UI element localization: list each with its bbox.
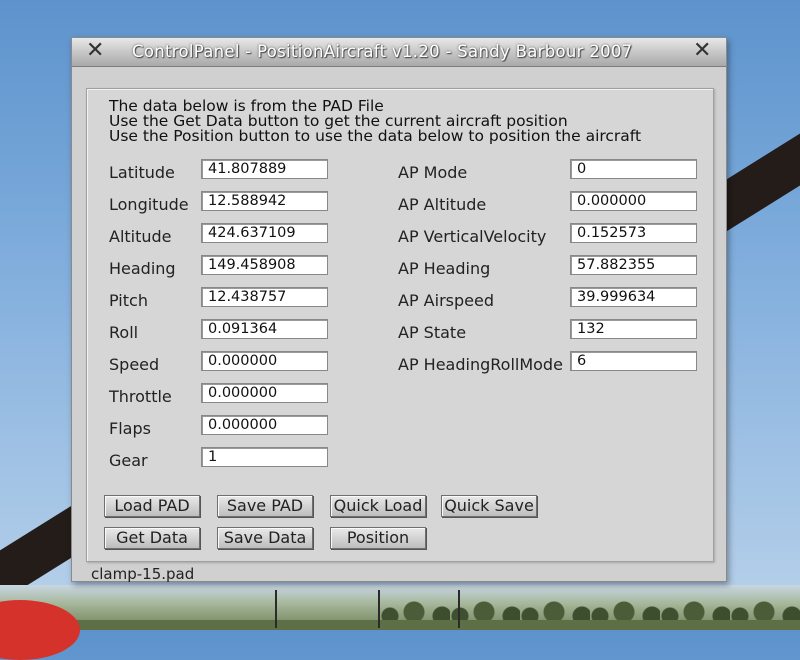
pitch-label: Pitch bbox=[109, 291, 148, 310]
throttle-label: Throttle bbox=[109, 387, 172, 406]
load-pad-button[interactable]: Load PAD bbox=[104, 495, 200, 517]
ap-heading-roll-mode-field[interactable]: 6 bbox=[570, 351, 697, 371]
gear-label: Gear bbox=[109, 451, 148, 470]
altitude-field[interactable]: 424.637109 bbox=[201, 223, 328, 243]
heading-field[interactable]: 149.458908 bbox=[201, 255, 328, 275]
quick-save-button[interactable]: Quick Save bbox=[441, 495, 537, 517]
quick-load-button[interactable]: Quick Load bbox=[330, 495, 426, 517]
window-title: ControlPanel - PositionAircraft v1.20 - … bbox=[132, 42, 633, 61]
ap-heading-field[interactable]: 57.882355 bbox=[570, 255, 697, 275]
ap-altitude-field[interactable]: 0.000000 bbox=[570, 191, 697, 211]
ap-state-label: AP State bbox=[398, 323, 467, 342]
ground bbox=[0, 620, 800, 630]
flaps-field[interactable]: 0.000000 bbox=[201, 415, 328, 435]
position-panel: The data below is from the PAD File Use … bbox=[86, 88, 714, 562]
close-icon[interactable]: ✕ bbox=[86, 39, 104, 63]
flaps-label: Flaps bbox=[109, 419, 151, 438]
ap-heading-roll-mode-label: AP HeadingRollMode bbox=[398, 355, 563, 374]
speed-field[interactable]: 0.000000 bbox=[201, 351, 328, 371]
pole bbox=[275, 590, 277, 628]
heading-label: Heading bbox=[109, 259, 176, 278]
roll-field[interactable]: 0.091364 bbox=[201, 319, 328, 339]
ap-vertical-velocity-field[interactable]: 0.152573 bbox=[570, 223, 697, 243]
save-pad-button[interactable]: Save PAD bbox=[217, 495, 313, 517]
pitch-field[interactable]: 12.438757 bbox=[201, 287, 328, 307]
throttle-field[interactable]: 0.000000 bbox=[201, 383, 328, 403]
roll-label: Roll bbox=[109, 323, 139, 342]
ap-airspeed-label: AP Airspeed bbox=[398, 291, 494, 310]
position-button[interactable]: Position bbox=[330, 527, 426, 549]
longitude-label: Longitude bbox=[109, 195, 189, 214]
ap-mode-field[interactable]: 0 bbox=[570, 159, 697, 179]
ap-airspeed-field[interactable]: 39.999634 bbox=[570, 287, 697, 307]
close-icon[interactable]: ✕ bbox=[693, 39, 711, 63]
ap-mode-label: AP Mode bbox=[398, 163, 468, 182]
pole bbox=[378, 590, 380, 628]
altitude-label: Altitude bbox=[109, 227, 172, 246]
gear-field[interactable]: 1 bbox=[201, 447, 328, 467]
title-bar[interactable]: ✕ ControlPanel - PositionAircraft v1.20 … bbox=[72, 38, 726, 67]
ap-altitude-label: AP Altitude bbox=[398, 195, 487, 214]
ap-heading-label: AP Heading bbox=[398, 259, 491, 278]
get-data-button[interactable]: Get Data bbox=[104, 527, 200, 549]
info-line: Use the Position button to use the data … bbox=[109, 127, 642, 145]
ap-state-field[interactable]: 132 bbox=[570, 319, 697, 339]
pole bbox=[458, 590, 460, 628]
speed-label: Speed bbox=[109, 355, 160, 374]
pad-filename: clamp-15.pad bbox=[91, 565, 195, 583]
longitude-field[interactable]: 12.588942 bbox=[201, 191, 328, 211]
latitude-label: Latitude bbox=[109, 163, 175, 182]
latitude-field[interactable]: 41.807889 bbox=[201, 159, 328, 179]
save-data-button[interactable]: Save Data bbox=[217, 527, 313, 549]
control-panel-window: ✕ ControlPanel - PositionAircraft v1.20 … bbox=[71, 37, 727, 582]
ap-vertical-velocity-label: AP VerticalVelocity bbox=[398, 227, 547, 246]
